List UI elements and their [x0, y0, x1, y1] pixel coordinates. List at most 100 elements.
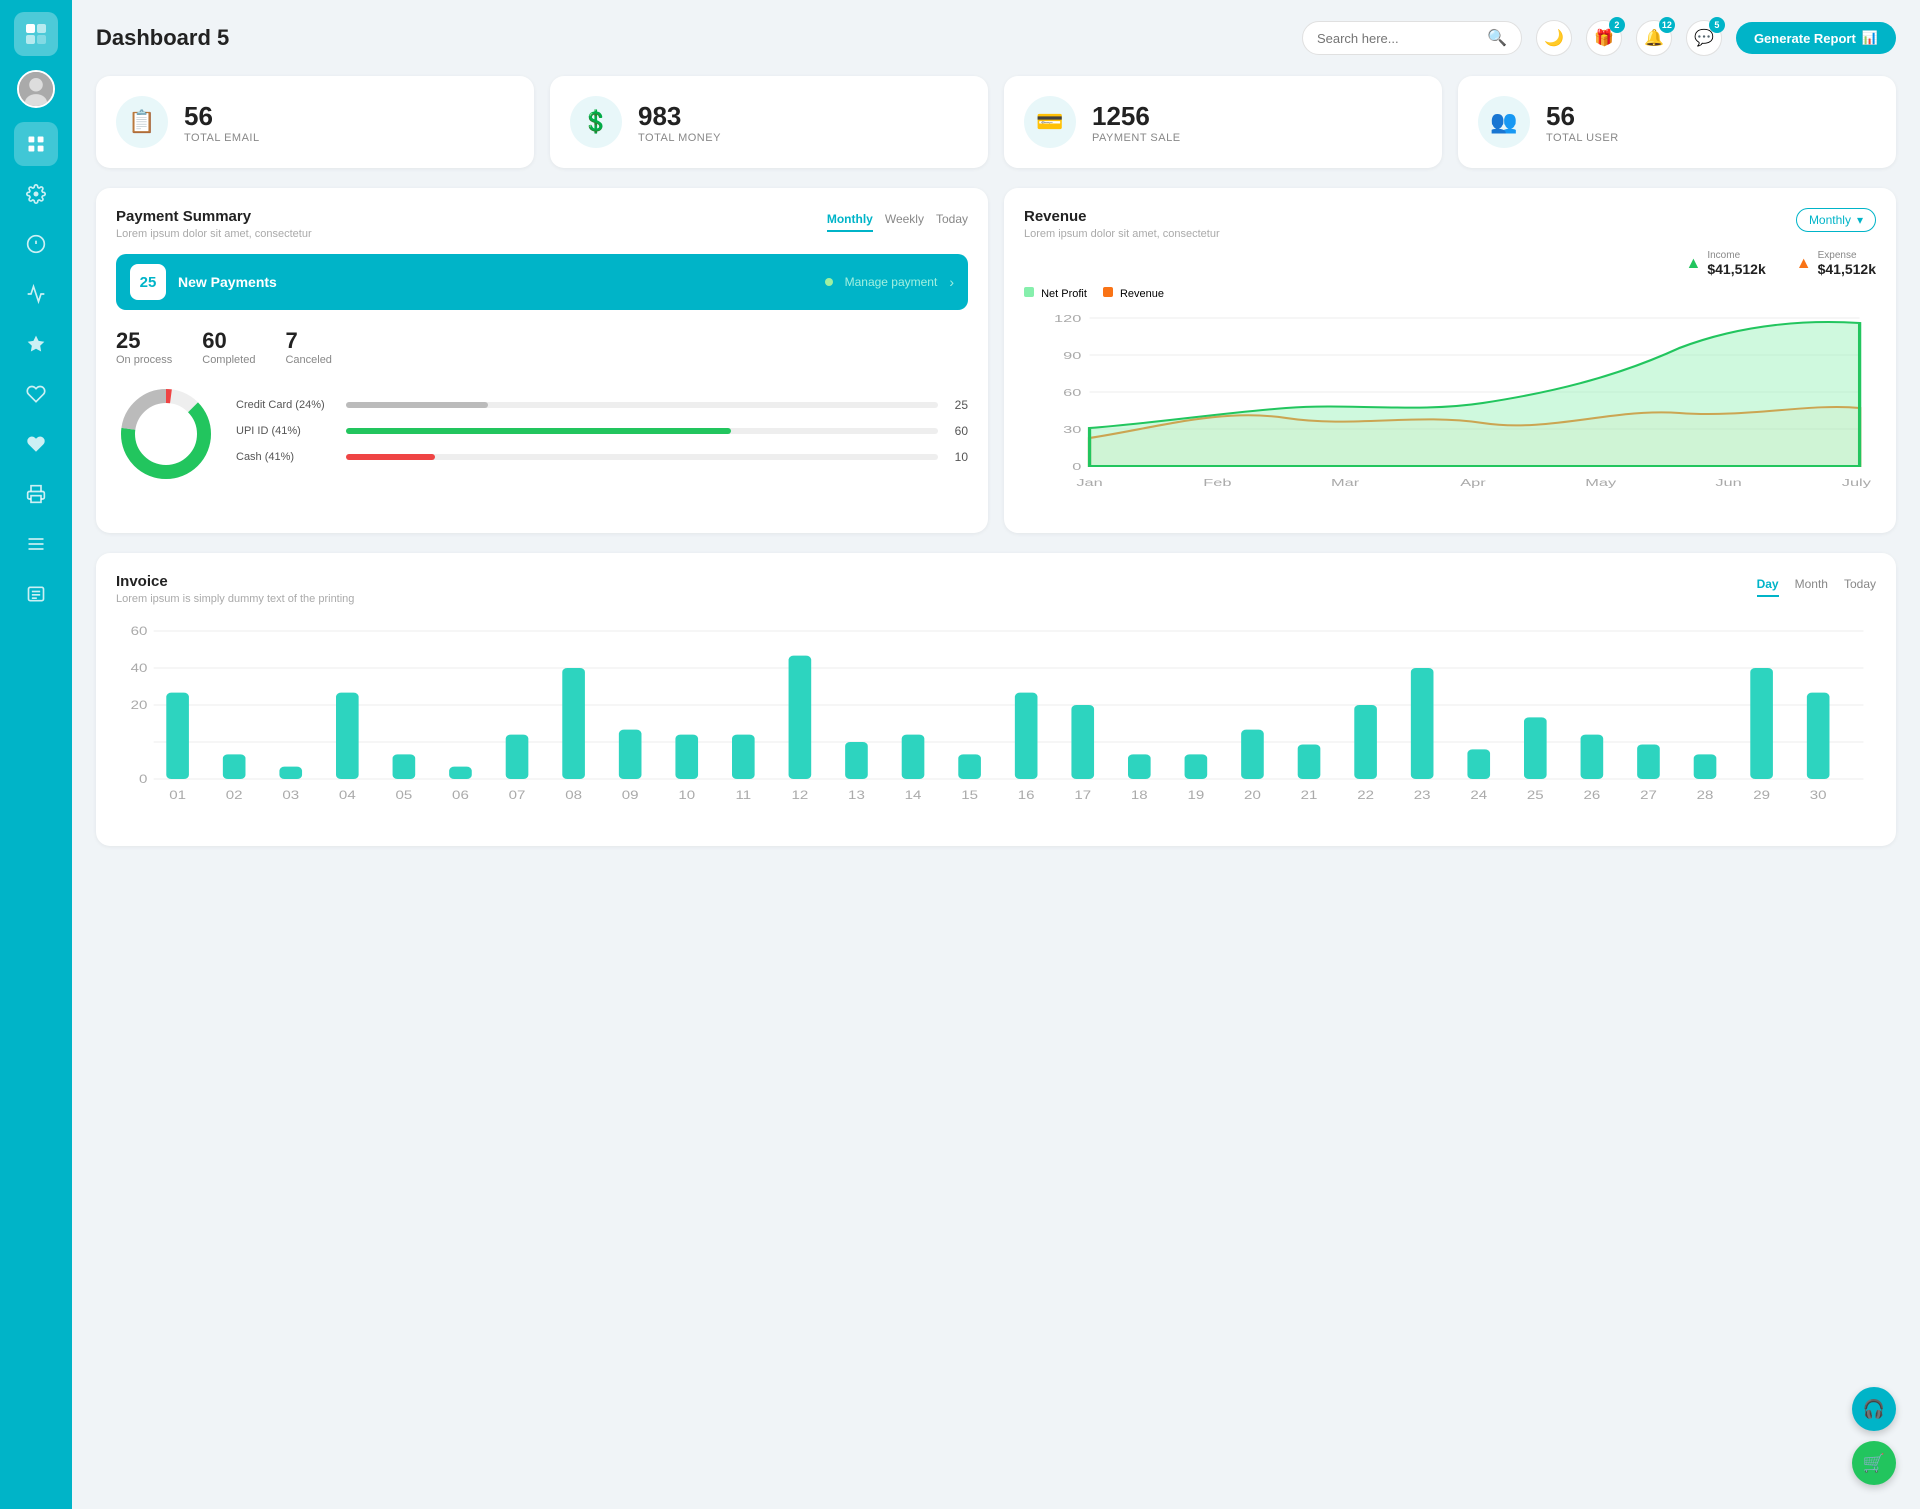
- manage-payment-link[interactable]: Manage payment: [845, 275, 938, 289]
- generate-report-button[interactable]: Generate Report 📊: [1736, 22, 1896, 54]
- svg-text:19: 19: [1187, 788, 1204, 801]
- bell-badge: 12: [1659, 17, 1675, 33]
- cart-fab[interactable]: 🛒: [1852, 1441, 1896, 1485]
- sidebar-item-dashboard[interactable]: [14, 122, 58, 166]
- payment-value: 1256: [1092, 101, 1181, 132]
- tab-monthly[interactable]: Monthly: [827, 208, 873, 232]
- progress-list: Credit Card (24%) 25 UPI ID (41%) 60 Cas…: [236, 398, 968, 476]
- revenue-legend-item: Revenue: [1103, 287, 1164, 300]
- progress-credit: Credit Card (24%) 25: [236, 398, 968, 412]
- payment-tabs: Monthly Weekly Today: [827, 208, 968, 232]
- completed-value: 60: [202, 328, 255, 354]
- bell-btn[interactable]: 🔔 12: [1636, 20, 1672, 56]
- svg-text:18: 18: [1131, 788, 1148, 801]
- svg-text:25: 25: [1527, 788, 1544, 801]
- svg-text:08: 08: [565, 788, 582, 801]
- revenue-chart: 120 90 60 30 0 Jan Feb Mar Apr May Jun: [1024, 308, 1876, 513]
- user-icon: 👥: [1478, 96, 1530, 148]
- payment-bottom: Credit Card (24%) 25 UPI ID (41%) 60 Cas…: [116, 384, 968, 489]
- sidebar-item-info[interactable]: [14, 222, 58, 266]
- on-process-label: On process: [116, 354, 172, 366]
- content-row: Payment Summary Lorem ipsum dolor sit am…: [96, 188, 1896, 533]
- user-label: TOTAL USER: [1546, 132, 1619, 144]
- svg-text:60: 60: [131, 624, 148, 637]
- sidebar-item-settings[interactable]: [14, 172, 58, 216]
- sidebar-item-heart-filled[interactable]: [14, 422, 58, 466]
- tab-day[interactable]: Day: [1757, 573, 1779, 597]
- payment-summary-card: Payment Summary Lorem ipsum dolor sit am…: [96, 188, 988, 533]
- sidebar-item-menu[interactable]: [14, 522, 58, 566]
- main-content: Dashboard 5 🔍 🌙 🎁 2 🔔 12 💬 5 Generate Re…: [72, 0, 1920, 1509]
- svg-text:15: 15: [961, 788, 978, 801]
- svg-text:29: 29: [1753, 788, 1770, 801]
- invoice-title: Invoice: [116, 573, 354, 590]
- svg-text:120: 120: [1054, 313, 1082, 324]
- new-payments-bar: 25 New Payments Manage payment ›: [116, 254, 968, 310]
- svg-text:21: 21: [1301, 788, 1318, 801]
- search-icon: 🔍: [1487, 28, 1507, 48]
- svg-text:11: 11: [735, 788, 751, 801]
- stat-card-user: 👥 56 TOTAL USER: [1458, 76, 1896, 168]
- svg-text:20: 20: [131, 698, 148, 711]
- svg-text:28: 28: [1697, 788, 1714, 801]
- income-expense: ▲ Income $41,512k ▲ Expense $41,512k: [1024, 250, 1876, 277]
- stat-cards: 📋 56 TOTAL EMAIL 💲 983 TOTAL MONEY 💳 125…: [96, 76, 1896, 168]
- payment-subtitle: Lorem ipsum dolor sit amet, consectetur: [116, 228, 312, 240]
- dark-mode-btn[interactable]: 🌙: [1536, 20, 1572, 56]
- sidebar-logo: [14, 12, 58, 56]
- tab-weekly[interactable]: Weekly: [885, 208, 924, 232]
- sidebar-item-list[interactable]: [14, 572, 58, 616]
- expense-value: $41,512k: [1818, 261, 1876, 277]
- svg-text:23: 23: [1414, 788, 1431, 801]
- new-payments-label: New Payments: [178, 274, 809, 290]
- svg-text:0: 0: [1072, 461, 1082, 472]
- user-value: 56: [1546, 101, 1619, 132]
- sidebar-item-star[interactable]: [14, 322, 58, 366]
- search-box[interactable]: 🔍: [1302, 21, 1522, 55]
- income-arrow-icon: ▲: [1686, 255, 1702, 273]
- gift-btn[interactable]: 🎁 2: [1586, 20, 1622, 56]
- svg-text:16: 16: [1018, 788, 1035, 801]
- sidebar-item-chart[interactable]: [14, 272, 58, 316]
- svg-text:02: 02: [226, 788, 243, 801]
- svg-text:30: 30: [1063, 424, 1082, 435]
- email-value: 56: [184, 101, 260, 132]
- income-value: $41,512k: [1707, 261, 1765, 277]
- svg-text:09: 09: [622, 788, 639, 801]
- revenue-monthly-btn[interactable]: Monthly ▾: [1796, 208, 1876, 232]
- payment-label: PAYMENT SALE: [1092, 132, 1181, 144]
- invoice-tabs: Day Month Today: [1757, 573, 1876, 597]
- svg-text:03: 03: [282, 788, 299, 801]
- on-process-value: 25: [116, 328, 172, 354]
- revenue-legend: Net Profit Revenue: [1024, 287, 1876, 300]
- svg-text:12: 12: [791, 788, 808, 801]
- invoice-subtitle: Lorem ipsum is simply dummy text of the …: [116, 593, 354, 605]
- svg-text:06: 06: [452, 788, 469, 801]
- svg-text:17: 17: [1074, 788, 1091, 801]
- chat-btn[interactable]: 💬 5: [1686, 20, 1722, 56]
- tab-month[interactable]: Month: [1795, 573, 1828, 597]
- sidebar-item-print[interactable]: [14, 472, 58, 516]
- svg-text:Jun: Jun: [1715, 477, 1741, 488]
- svg-text:14: 14: [905, 788, 922, 801]
- money-label: TOTAL MONEY: [638, 132, 721, 144]
- progress-cash: Cash (41%) 10: [236, 450, 968, 464]
- headset-fab[interactable]: 🎧: [1852, 1387, 1896, 1431]
- svg-text:60: 60: [1063, 387, 1082, 398]
- svg-text:July: July: [1842, 477, 1871, 488]
- search-input[interactable]: [1317, 31, 1479, 46]
- tab-today[interactable]: Today: [936, 208, 968, 232]
- chat-badge: 5: [1709, 17, 1725, 33]
- avatar[interactable]: [17, 70, 55, 108]
- email-label: TOTAL EMAIL: [184, 132, 260, 144]
- arrow-right-icon: ›: [949, 274, 954, 290]
- svg-text:Jan: Jan: [1076, 477, 1102, 488]
- sidebar: [0, 0, 72, 1509]
- svg-text:10: 10: [678, 788, 695, 801]
- sidebar-item-heart-outline[interactable]: [14, 372, 58, 416]
- canceled-label: Canceled: [285, 354, 331, 366]
- tab-today-invoice[interactable]: Today: [1844, 573, 1876, 597]
- floating-buttons: 🎧 🛒: [1852, 1387, 1896, 1485]
- revenue-subtitle: Lorem ipsum dolor sit amet, consectetur: [1024, 228, 1220, 240]
- completed-label: Completed: [202, 354, 255, 366]
